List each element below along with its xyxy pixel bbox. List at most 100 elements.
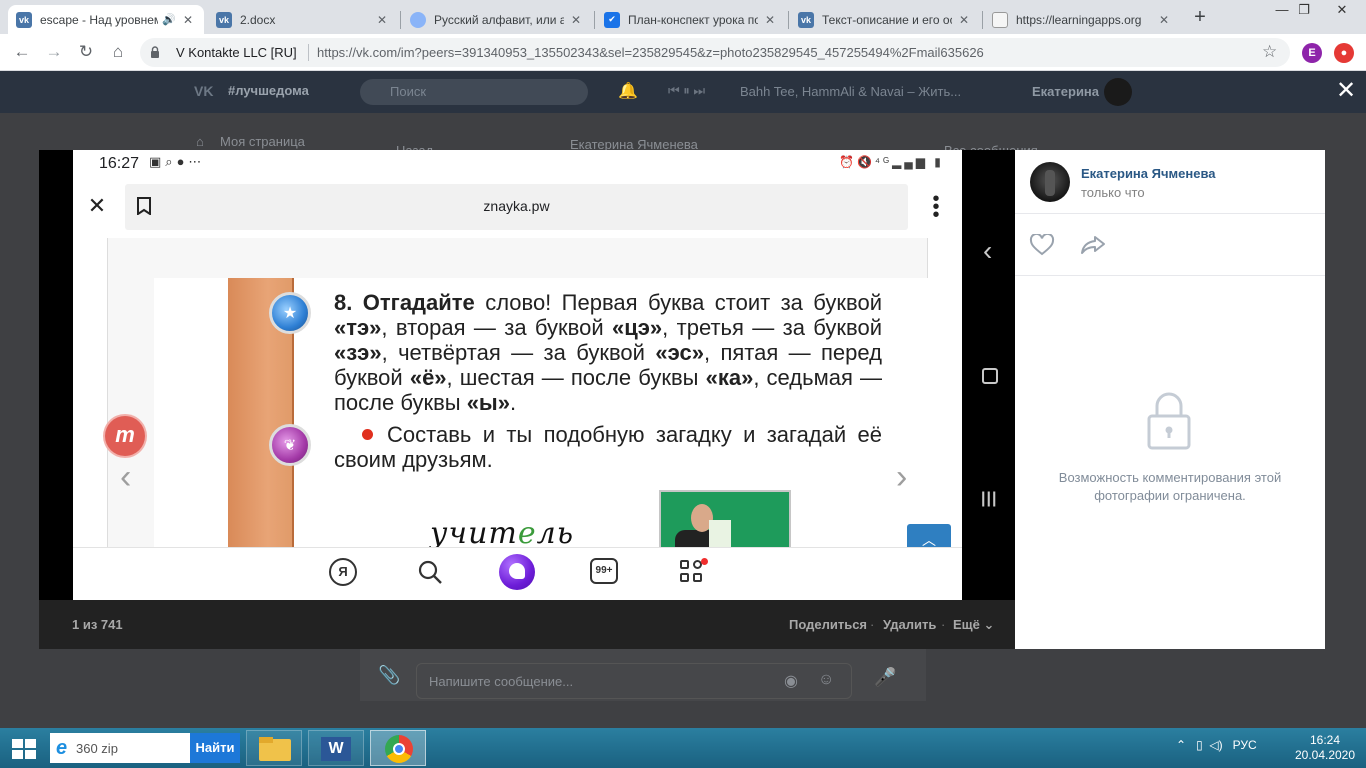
globe-icon [410,11,426,28]
microphone-icon[interactable]: 🎤 [874,667,896,688]
notification-dot [701,558,708,565]
bookmark-star-icon[interactable]: ☆ [1262,42,1277,62]
task-letter-name: «ы» [466,390,510,415]
photo-info-panel: Екатерина Ячменева только что Возможност… [1015,150,1325,649]
avatar[interactable] [1104,78,1132,106]
prev-page-icon[interactable]: ‹ [120,460,131,494]
chevron-up-icon[interactable]: ⌃ [1176,738,1186,752]
task-text-run: . [509,390,517,415]
task-letter-name: «зэ» [334,340,382,365]
taskbar-search-input[interactable]: e 360 zip [50,733,190,763]
language-indicator[interactable]: РУС [1233,738,1257,752]
square-icon[interactable] [982,368,998,384]
my-page-link[interactable]: Моя страница [220,134,305,149]
divider [1015,213,1325,214]
extension-icon[interactable]: ● [1334,43,1354,63]
bullet-dot [362,429,373,440]
status-icons: ⏰🔇⁴ᴳ▂▄▆ ▮ [839,155,944,169]
task-text-run: , шестая — после буквы [446,365,706,390]
close-tab-icon[interactable]: ✕ [374,13,390,27]
checkmark-icon: ✔ [604,11,620,28]
chevron-left-icon[interactable]: ‹ [983,235,992,267]
close-tab-icon[interactable]: ✕ [180,13,196,27]
phone-screenshot[interactable]: 16:27 ▣⌕●⋯ ⏰🔇⁴ᴳ▂▄▆ ▮ ✕ znayka.pw • • • ★ ❦… [73,150,962,600]
alice-assistant-icon[interactable] [499,554,535,590]
task-text-run: , четвёртая — за буквой [381,340,656,365]
taskbar-clock[interactable]: 16:24 20.04.2020 [1290,733,1360,763]
address-bar[interactable]: V Kontakte LLC [RU] https://vk.com/im?pe… [140,38,1290,67]
vk-user-name[interactable]: Екатерина [1032,84,1099,99]
handwritten-highlight: е [517,516,537,548]
browser-toolbar: ← → ↻ ⌂ V Kontakte LLC [RU] https://vk.c… [0,34,1366,71]
delete-button[interactable]: Удалить [883,617,936,632]
windows-start-icon[interactable] [10,737,38,761]
share-button[interactable]: Поделиться [789,617,867,632]
task-letter-name: «ка» [705,365,754,390]
tab-lesson-plan[interactable]: ✔ План-конспект урока по ✕ [596,5,786,34]
close-tab-icon[interactable]: ✕ [762,13,778,27]
tab-learningapps[interactable]: https://learningapps.org ✕ [984,5,1180,34]
battery-icon[interactable]: ▯ [1196,738,1203,752]
volume-icon[interactable]: ◁) [1209,738,1222,752]
close-tab-icon[interactable]: ✕ [568,13,584,27]
vk-search-input[interactable]: Поиск [360,79,588,105]
photo-viewer: 16:27 ▣⌕●⋯ ⏰🔇⁴ᴳ▂▄▆ ▮ ✕ znayka.pw • • • ★ ❦… [39,150,1015,649]
post-time[interactable]: только что [1081,185,1145,200]
paperclip-icon[interactable]: 📎 [378,665,400,686]
vk-icon: vk [798,11,814,28]
mail-ru-logo-icon[interactable]: m [105,416,145,456]
reload-icon[interactable]: ↻ [74,40,98,64]
tabs-count-icon[interactable]: 99+ [590,558,618,584]
handwritten-part: учит [430,516,518,548]
now-playing[interactable]: Bahh Tee, HammAli & Navai – Жить... [740,84,961,99]
heart-icon[interactable] [1029,234,1055,256]
browser-tab-bar: vk escape - Над уровнем 🔊 ✕ vk 2.docx ✕ … [0,0,1366,34]
emoji-icon[interactable]: ☺ [818,671,834,689]
search-go-button[interactable]: Найти [190,733,240,763]
close-tab-icon[interactable]: ✕ [1156,13,1172,27]
profile-avatar[interactable]: E [1302,43,1322,63]
more-button[interactable]: Ещё ⌄ [953,617,994,633]
home-icon[interactable]: ⌂ [196,134,204,149]
site-identity: V Kontakte LLC [RU] [176,45,297,60]
hashtag-link[interactable]: #лучшедома [228,83,309,98]
author-avatar[interactable] [1030,162,1070,202]
separator-dot: · [870,617,875,632]
recent-apps-icon[interactable]: ||| [981,490,997,508]
yandex-icon[interactable]: Я [329,558,357,586]
back-arrow-icon[interactable]: ← [10,40,34,64]
tab-escape[interactable]: vk escape - Над уровнем 🔊 ✕ [8,5,204,34]
more-vertical-icon[interactable]: • • • [928,189,944,225]
vk-icon: vk [16,11,32,28]
forward-arrow-icon[interactable]: → [42,40,66,64]
new-tab-button[interactable]: + [1190,6,1210,28]
share-arrow-icon[interactable] [1080,234,1106,256]
home-icon[interactable]: ⌂ [106,40,130,64]
url-text[interactable]: https://vk.com/im?peers=391340953_135502… [317,45,984,60]
viewer-footer: 1 из 741 Поделиться · Удалить · Ещё ⌄ [39,600,1015,649]
task-letter-name: «эс» [655,340,704,365]
player-controls-icon[interactable]: ⏮ ⏸ ⏭ [668,83,705,99]
ie-logo-icon: e [56,737,68,759]
tab-separator [400,11,401,29]
camera-icon[interactable]: ◉ [784,671,798,691]
learningapps-icon [992,11,1008,28]
speaker-icon[interactable]: 🔊 [162,13,176,26]
tab-alphabet[interactable]: Русский алфавит, или азбука ✕ [402,5,592,34]
close-viewer-icon[interactable]: ✕ [1334,79,1358,103]
tab-text-description[interactable]: vk Текст-описание и его особенности ✕ [790,5,980,34]
vk-logo-icon[interactable]: VK [194,83,213,99]
search-icon[interactable] [416,558,444,586]
author-name[interactable]: Екатерина Ячменева [1081,166,1216,181]
close-icon[interactable]: ✕ [85,194,109,218]
phone-page-content: ★ ❦ 8. Отгадайте слово! Первая буква сто… [107,238,930,548]
word-icon[interactable]: W [308,730,364,766]
chrome-icon[interactable] [370,730,426,766]
phone-domain[interactable]: znayka.pw [125,198,908,214]
bell-icon[interactable]: 🔔 [618,81,638,101]
close-tab-icon[interactable]: ✕ [956,13,972,27]
file-explorer-icon[interactable] [246,730,302,766]
close-window-button[interactable]: ✕ [1320,0,1364,22]
tab-2docx[interactable]: vk 2.docx ✕ [208,5,398,34]
next-page-icon[interactable]: › [896,460,907,494]
